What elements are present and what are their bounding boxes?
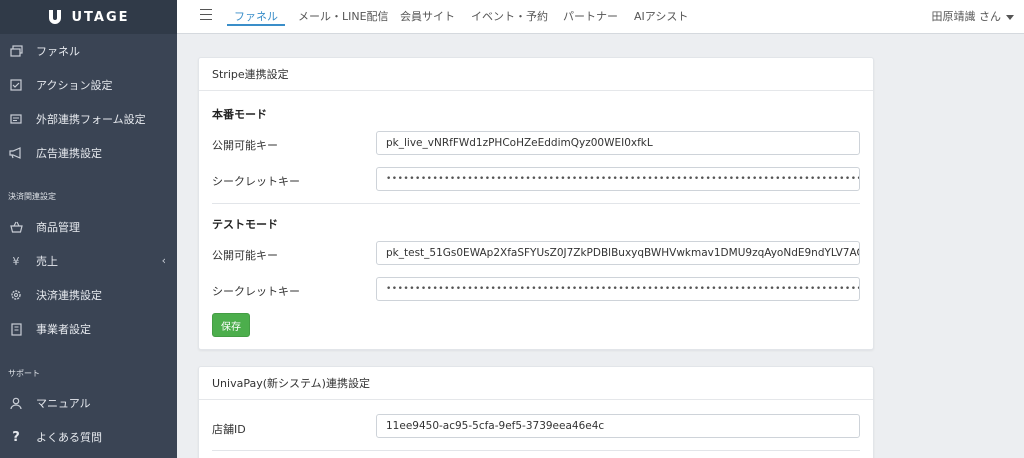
- megaphone-icon: [9, 146, 23, 160]
- tab-mail-line[interactable]: メール・LINE配信: [298, 8, 389, 24]
- tab-ai-assist[interactable]: AIアシスト: [634, 8, 688, 24]
- top-nav: ファネル メール・LINE配信 会員サイト イベント・予約 パートナー AIアシ…: [177, 0, 1024, 34]
- sidebar-item-faq[interactable]: ? よくある質問: [0, 420, 177, 454]
- live-public-key-label: 公開可能キー: [212, 139, 278, 152]
- univapay-settings-card: UnivaPay(新システム)連携設定 店舗ID 11ee9450-ac95-5…: [198, 366, 874, 458]
- save-button[interactable]: 保存: [212, 313, 250, 337]
- tab-funnel[interactable]: ファネル: [234, 8, 278, 24]
- sidebar-item-label: マニュアル: [36, 397, 91, 410]
- hamburger-menu-icon[interactable]: [200, 9, 212, 20]
- test-secret-key-label: シークレットキー: [212, 285, 300, 298]
- live-secret-key-input[interactable]: ••••••••••••••••••••••••••••••••••••••••…: [376, 167, 860, 191]
- tab-event[interactable]: イベント・予約: [471, 8, 548, 24]
- tab-member-site[interactable]: 会員サイト: [400, 8, 455, 24]
- sidebar-item-label: よくある質問: [36, 431, 102, 444]
- sidebar-item-label: アクション設定: [36, 79, 113, 92]
- sidebar-item-funnel[interactable]: ファネル: [0, 34, 177, 68]
- sidebar-item-action[interactable]: アクション設定: [0, 68, 177, 102]
- store-id-input[interactable]: 11ee9450-ac95-5cfa-9ef5-3739eea46e4c: [376, 414, 860, 438]
- sidebar-section-support: サポート: [8, 369, 40, 378]
- divider: [212, 450, 860, 451]
- user-name: 田原靖識 さん: [931, 10, 1002, 23]
- chevron-left-icon[interactable]: ‹: [162, 254, 166, 267]
- stripe-settings-card: Stripe連携設定 本番モード 公開可能キー pk_live_vNRfFWd1…: [198, 57, 874, 350]
- basket-icon: [9, 220, 23, 234]
- sidebar-item-sales[interactable]: ¥ 売上 ‹: [0, 244, 177, 278]
- test-public-key-input[interactable]: pk_test_51Gs0EWAp2XfaSFYUsZ0J7ZkPDBlBuxy…: [376, 241, 860, 265]
- sidebar-item-label: 事業者設定: [36, 323, 91, 336]
- sidebar-item-label: 商品管理: [36, 221, 80, 234]
- sidebar-section-payment: 決済関連設定: [8, 192, 56, 201]
- test-mode-title: テストモード: [212, 218, 278, 231]
- sidebar-item-label: ファネル: [36, 45, 80, 58]
- utage-logo-icon: [47, 8, 63, 26]
- gear-icon: [9, 288, 23, 302]
- building-icon: [9, 322, 23, 336]
- live-secret-key-label: シークレットキー: [212, 175, 300, 188]
- divider: [212, 203, 860, 204]
- sidebar-item-external-form[interactable]: 外部連携フォーム設定: [0, 102, 177, 136]
- store-id-label: 店舗ID: [212, 423, 246, 436]
- card-title: Stripe連携設定: [199, 58, 873, 91]
- sidebar-item-products[interactable]: 商品管理: [0, 210, 177, 244]
- test-secret-key-input[interactable]: ••••••••••••••••••••••••••••••••••••••••…: [376, 277, 860, 301]
- logo[interactable]: UTAGE: [0, 0, 177, 34]
- sidebar-item-label: 外部連携フォーム設定: [36, 113, 146, 126]
- user-menu[interactable]: 田原靖識 さん: [931, 8, 1014, 24]
- tab-partner[interactable]: パートナー: [563, 8, 618, 24]
- active-tab-indicator: [227, 24, 285, 26]
- sidebar-item-label: 売上: [36, 255, 58, 268]
- live-public-key-input[interactable]: pk_live_vNRfFWd1zPHCoHZeEddimQyz00WEI0xf…: [376, 131, 860, 155]
- sidebar: UTAGE ファネル アクション設定 外部連携フォーム設定 広告連携設定 決済関…: [0, 0, 177, 458]
- form-icon: [9, 112, 23, 126]
- logo-text: UTAGE: [71, 9, 130, 25]
- caret-down-icon: [1006, 14, 1014, 20]
- sidebar-item-payment-integration[interactable]: 決済連携設定: [0, 278, 177, 312]
- sidebar-item-label: 決済連携設定: [36, 289, 102, 302]
- sidebar-item-label: 広告連携設定: [36, 147, 102, 160]
- checkbox-icon: [9, 78, 23, 92]
- sidebar-item-ad[interactable]: 広告連携設定: [0, 136, 177, 170]
- sidebar-item-manual[interactable]: マニュアル: [0, 386, 177, 420]
- question-icon: ?: [12, 429, 20, 445]
- sidebar-item-business[interactable]: 事業者設定: [0, 312, 177, 346]
- yen-icon: ¥: [12, 254, 20, 268]
- card-title: UnivaPay(新システム)連携設定: [199, 367, 873, 400]
- test-public-key-label: 公開可能キー: [212, 249, 278, 262]
- user-icon: [9, 396, 23, 410]
- funnel-icon: [9, 44, 23, 58]
- live-mode-title: 本番モード: [212, 108, 267, 121]
